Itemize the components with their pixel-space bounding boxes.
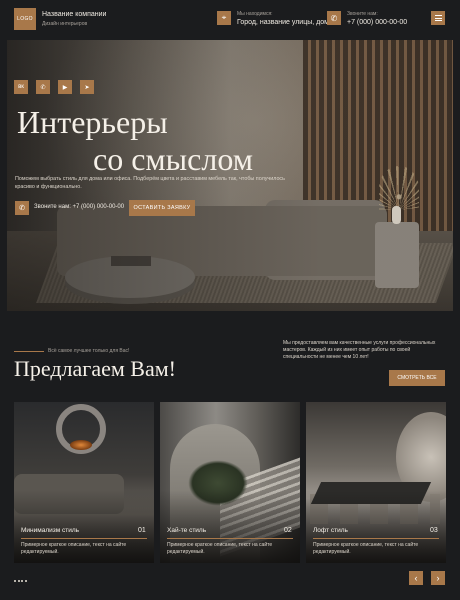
logo[interactable]: LOGO <box>14 8 36 30</box>
section-title: Предлагаем Вам! <box>14 356 176 381</box>
hero-banner: вк ✆ ▶ ➤ Интерьеры со смыслом Поможем вы… <box>7 40 453 311</box>
service-card[interactable]: Лофт стиль 03 Примерное краткое описание… <box>306 402 446 563</box>
card-description: Примерное краткое описание, текст на сай… <box>313 542 419 555</box>
service-card[interactable]: Хай-те стиль 02 Примерное краткое описан… <box>160 402 300 563</box>
phone-icon: ✆ <box>327 11 341 25</box>
site-header: LOGO Название компании Дизайн интерьеров… <box>0 0 460 40</box>
card-description: Примерное краткое описание, текст на сай… <box>167 542 273 555</box>
section-tagline: Всё самое лучшее только для Вас! <box>48 348 130 354</box>
company-subtitle: Дизайн интерьеров <box>42 21 88 27</box>
location-pin-icon: ⌖ <box>217 11 231 25</box>
card-number: 01 <box>138 527 146 534</box>
phone-icon: ✆ <box>15 201 29 215</box>
hamburger-menu-icon[interactable] <box>431 11 445 25</box>
hero-description: Поможем выбрать стиль для дома или офиса… <box>15 176 285 190</box>
company-info: Название компании Дизайн интерьеров <box>42 11 106 27</box>
tagline-divider <box>14 351 44 352</box>
card-divider <box>21 538 147 539</box>
card-number: 03 <box>430 527 438 534</box>
hero-title-line1: Интерьеры <box>17 104 168 140</box>
card-title: Лофт стиль <box>313 527 348 534</box>
location-label: Мы находимся: <box>237 11 273 17</box>
phone-value[interactable]: +7 (000) 000-00-00 <box>347 19 407 26</box>
see-all-button[interactable]: СМОТРЕТЬ ВСЕ <box>389 370 445 386</box>
pagination-dots[interactable] <box>14 580 27 582</box>
hero-title-line2: со смыслом <box>93 141 253 177</box>
chevron-left-icon[interactable]: ‹ <box>409 571 423 585</box>
phone-label: Звоните нам: <box>347 11 378 17</box>
section-description: Мы предоставляем вам качественные услуги… <box>283 340 436 360</box>
hero-phone-label: Звоните нам: <box>34 204 71 210</box>
whatsapp-icon[interactable]: ✆ <box>36 80 50 94</box>
chevron-right-icon[interactable]: › <box>431 571 445 585</box>
card-description: Примерное краткое описание, текст на сай… <box>21 542 127 555</box>
service-card[interactable]: Минимализм стиль 01 Примерное краткое оп… <box>14 402 154 563</box>
location-value: Город, название улицы, дом <box>237 19 329 26</box>
company-name: Название компании <box>42 11 107 18</box>
vk-icon[interactable]: вк <box>14 80 28 94</box>
card-title: Хай-те стиль <box>167 527 207 534</box>
youtube-icon[interactable]: ▶ <box>58 80 72 94</box>
request-button[interactable]: ОСТАВИТЬ ЗАЯВКУ <box>129 200 195 216</box>
hero-phone[interactable]: Звоните нам: +7 (000) 000-00-00 <box>34 204 124 210</box>
card-divider <box>313 538 439 539</box>
card-title: Минимализм стиль <box>21 527 80 534</box>
card-divider <box>167 538 293 539</box>
card-number: 02 <box>284 527 292 534</box>
hero-phone-value: +7 (000) 000-00-00 <box>72 204 125 210</box>
telegram-icon[interactable]: ➤ <box>80 80 94 94</box>
